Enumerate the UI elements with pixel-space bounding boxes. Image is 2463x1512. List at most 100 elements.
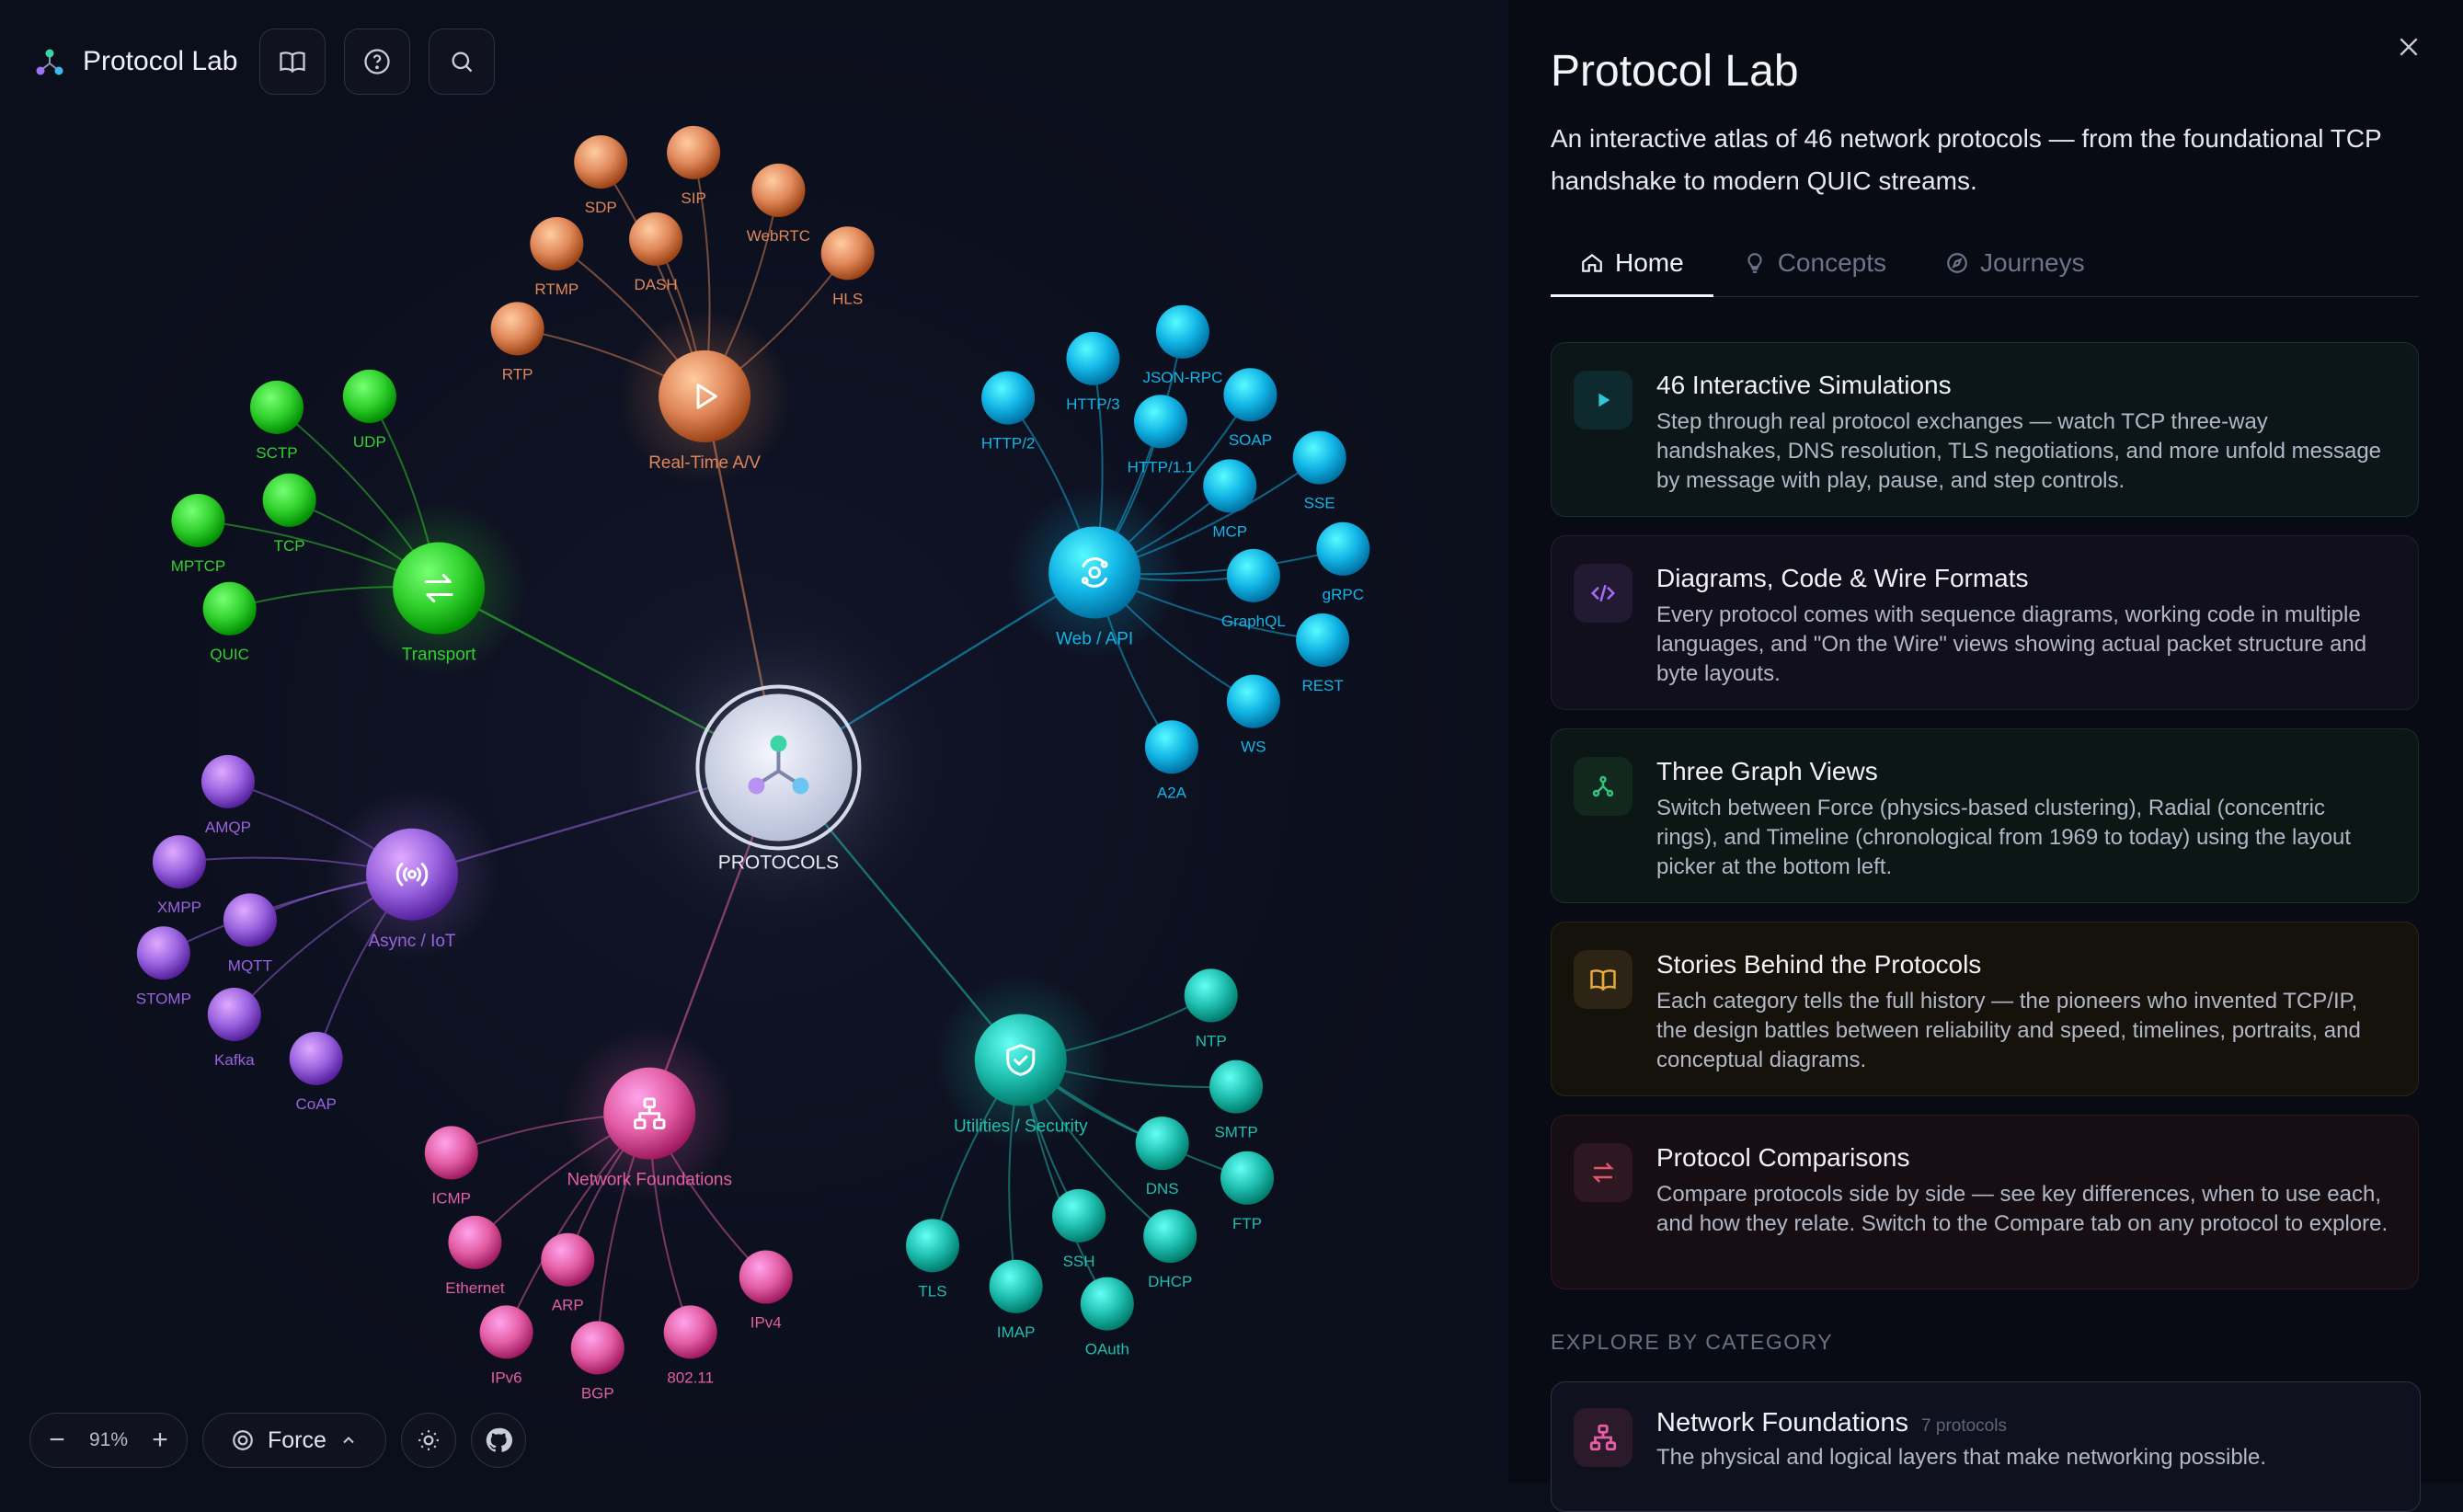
protocol-node-json-rpc[interactable]: JSON-RPC	[1142, 304, 1222, 386]
protocol-node-tls[interactable]: TLS	[906, 1219, 960, 1300]
protocol-node-a2a[interactable]: A2A	[1144, 720, 1198, 801]
protocol-node-grpc[interactable]: gRPC	[1316, 521, 1370, 603]
protocol-node-oauth[interactable]: OAuth	[1080, 1277, 1134, 1358]
feature-title: Diagrams, Code & Wire Formats	[1656, 564, 2029, 592]
protocol-node-icmp[interactable]: ICMP	[424, 1126, 478, 1207]
protocol-node-ipv6[interactable]: IPv6	[479, 1305, 533, 1386]
protocol-node-stomp[interactable]: STOMP	[136, 926, 191, 1007]
zoom-out-button[interactable]: −	[45, 1425, 69, 1456]
protocol-node-imap[interactable]: IMAP	[989, 1259, 1043, 1341]
protocol-node-quic[interactable]: QUIC	[202, 581, 257, 663]
feature-card-stories[interactable]: Stories Behind the Protocols Each catego…	[1551, 922, 2419, 1096]
category-node-network[interactable]: Network Foundations	[562, 1025, 738, 1201]
protocol-node-soap[interactable]: SOAP	[1223, 368, 1277, 449]
feature-card-graph-views[interactable]: Three Graph Views Switch between Force (…	[1551, 728, 2419, 903]
network-icon	[1574, 1408, 1632, 1467]
protocol-node-http-3[interactable]: HTTP/3	[1066, 331, 1120, 413]
protocol-node-mqtt[interactable]: MQTT	[223, 893, 277, 974]
protocol-node-dns[interactable]: DNS	[1135, 1117, 1189, 1197]
protocol-node-udp[interactable]: UDP	[342, 369, 396, 451]
protocol-node-arp[interactable]: ARP	[541, 1232, 595, 1314]
protocol-node-smtp[interactable]: SMTP	[1209, 1060, 1264, 1141]
protocol-node-dash[interactable]: DASH	[629, 212, 683, 293]
protocol-node-http-2[interactable]: HTTP/2	[981, 371, 1036, 452]
protocol-node-mptcp[interactable]: MPTCP	[171, 494, 226, 575]
bottom-toolbar: − 91% + Force	[29, 1413, 526, 1468]
protocol-node-webrtc[interactable]: WebRTC	[747, 163, 810, 245]
protocol-node-bgp[interactable]: BGP	[570, 1321, 624, 1402]
protocol-node-rtp[interactable]: RTP	[490, 302, 544, 383]
protocol-label: DNS	[1146, 1180, 1179, 1197]
tab-home[interactable]: Home	[1551, 232, 1713, 297]
protocol-node-ftp[interactable]: FTP	[1220, 1151, 1275, 1232]
tab-journeys[interactable]: Journeys	[1916, 232, 2114, 294]
protocol-label: XMPP	[157, 899, 201, 916]
protocol-node-graphql[interactable]: GraphQL	[1221, 548, 1286, 630]
protocol-node-rest[interactable]: REST	[1296, 613, 1350, 694]
protocol-node-ntp[interactable]: NTP	[1184, 968, 1238, 1049]
search-button[interactable]	[429, 29, 496, 95]
help-button[interactable]	[344, 29, 411, 95]
github-icon	[486, 1427, 512, 1452]
protocol-node-mcp[interactable]: MCP	[1203, 459, 1257, 540]
protocol-node-ipv4[interactable]: IPv4	[739, 1250, 793, 1332]
brand[interactable]: Protocol Lab	[33, 45, 237, 78]
protocol-graph[interactable]: SDP SIP WebRTC HLS RTMP DASH RTP Real-Time A/V S…	[0, 0, 1490, 1483]
protocol-node-sdp[interactable]: SDP	[574, 135, 628, 216]
guide-button[interactable]	[259, 29, 326, 95]
tab-label: Journeys	[1980, 248, 2085, 277]
category-node-utilities[interactable]: Utilities / Security	[933, 972, 1108, 1148]
panel-tabs: Home Concepts Journeys	[1551, 232, 2419, 297]
protocol-node-dhcp[interactable]: DHCP	[1143, 1209, 1197, 1290]
protocol-node-amqp[interactable]: AMQP	[200, 754, 255, 836]
protocol-node-hls[interactable]: HLS	[820, 226, 875, 307]
protocol-label: HTTP/3	[1066, 395, 1120, 413]
protocol-node-coap[interactable]: CoAP	[289, 1031, 343, 1113]
protocol-label: DASH	[634, 276, 677, 293]
protocol-node-ethernet[interactable]: Ethernet	[445, 1215, 505, 1297]
feature-card-diagrams[interactable]: Diagrams, Code & Wire Formats Every prot…	[1551, 535, 2419, 710]
category-node-transport[interactable]: Transport	[351, 500, 527, 676]
feature-title: Three Graph Views	[1656, 757, 1878, 785]
category-node-async[interactable]: Async / IoT	[325, 786, 500, 962]
category-node-web[interactable]: Web / API	[1007, 485, 1183, 660]
protocol-node-ws[interactable]: WS	[1226, 674, 1280, 756]
protocol-node-802-11[interactable]: 802.11	[663, 1305, 717, 1386]
feature-description: Every protocol comes with sequence diagr…	[1656, 602, 2367, 686]
protocol-node-ssh[interactable]: SSH	[1052, 1188, 1106, 1270]
close-button[interactable]	[2397, 35, 2421, 63]
theme-toggle[interactable]	[400, 1413, 456, 1468]
protocol-node-rtmp[interactable]: RTMP	[530, 217, 584, 298]
protocol-node-sctp[interactable]: SCTP	[249, 380, 304, 462]
feature-title: Protocol Comparisons	[1656, 1143, 1910, 1172]
protocol-label: HTTP/2	[981, 435, 1036, 452]
protocol-label: JSON-RPC	[1142, 369, 1222, 386]
graph-canvas[interactable]: SDP SIP WebRTC HLS RTMP DASH RTP Real-Time A/V S…	[0, 0, 1490, 1483]
protocol-label: gRPC	[1323, 586, 1364, 603]
layout-label: Force	[268, 1426, 326, 1453]
protocol-node-http-1-1[interactable]: HTTP/1.1	[1128, 395, 1195, 475]
code-icon	[1574, 564, 1632, 623]
category-node-realtime[interactable]: Real-Time A/V	[617, 308, 793, 484]
protocol-node-sip[interactable]: SIP	[667, 125, 721, 207]
github-button[interactable]	[470, 1413, 526, 1468]
feature-title: 46 Interactive Simulations	[1656, 371, 1952, 399]
protocol-node-kafka[interactable]: Kafka	[207, 987, 261, 1069]
feature-description: Switch between Force (physics-based clus…	[1656, 796, 2352, 879]
tab-label: Home	[1615, 248, 1684, 277]
category-card-network-foundations[interactable]: Network Foundations 7 protocols The physi…	[1551, 1381, 2421, 1512]
feature-card-simulations[interactable]: 46 Interactive Simulations Step through …	[1551, 342, 2419, 517]
protocol-node-sse[interactable]: SSE	[1292, 430, 1346, 512]
app-name: Protocol Lab	[83, 46, 238, 76]
protocol-node-xmpp[interactable]: XMPP	[152, 835, 206, 916]
protocol-label: CoAP	[295, 1095, 336, 1113]
tab-concepts[interactable]: Concepts	[1713, 232, 1916, 294]
layout-picker[interactable]: Force	[202, 1413, 386, 1468]
protocol-node-tcp[interactable]: TCP	[262, 473, 316, 555]
play-icon	[1574, 371, 1632, 430]
feature-title: Stories Behind the Protocols	[1656, 950, 1982, 979]
protocol-label: 802.11	[667, 1369, 714, 1386]
zoom-in-button[interactable]: +	[148, 1425, 172, 1456]
feature-card-comparisons[interactable]: Protocol Comparisons Compare protocols s…	[1551, 1115, 2419, 1289]
chevron-up-icon	[343, 1437, 354, 1444]
